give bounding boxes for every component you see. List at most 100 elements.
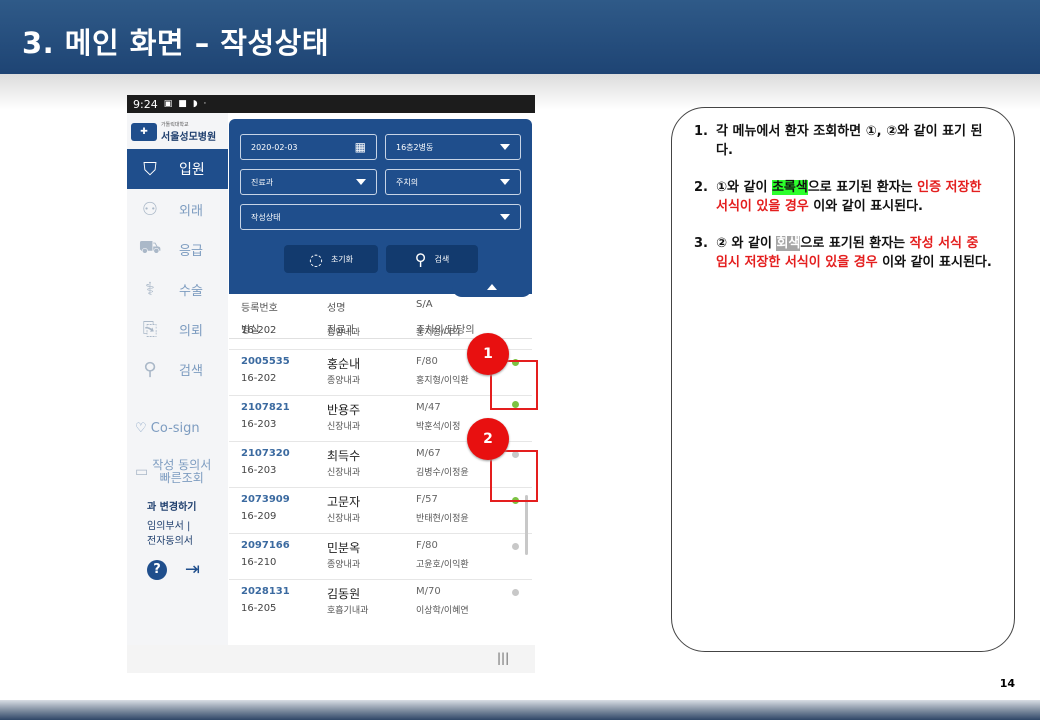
dept-value: 진료과 (251, 177, 274, 187)
row-dept: 신장내과 (327, 422, 361, 432)
chevron-down-icon (500, 214, 510, 220)
sidebar-item-label: 수술 (179, 283, 203, 299)
e-consent-link[interactable]: 전자동의서 (147, 534, 193, 549)
row-room: 16-210 (241, 557, 277, 568)
chevron-down-icon (500, 144, 510, 150)
row-dept: 종양내과 (327, 560, 361, 570)
inpatient-icon: ⛉ (143, 158, 157, 180)
chevron-down-icon (500, 179, 510, 185)
note-2-part-a: ①와 같이 (716, 180, 772, 195)
logo-title: 서울성모병원 (161, 132, 217, 143)
sidebar-item-surgery[interactable]: ⚕ 수술 (127, 269, 228, 309)
note-2: 2. ①와 같이 초록색으로 표기된 환자는 인증 저장한 서식이 있을 경우 … (694, 178, 992, 216)
search-button[interactable]: ⚲ 검색 (386, 245, 478, 273)
note-3-part-c: 이와 같이 표시된다. (877, 255, 992, 270)
row-id: 2028131 (241, 586, 290, 597)
hospital-logo: ✚ 가톨릭대학교 서울성모병원 (131, 121, 216, 143)
row-room: 16-209 (241, 511, 277, 522)
row-sa: F/80 (416, 540, 438, 551)
status-value: 작성상태 (251, 212, 281, 222)
row-doctor: 홍지형/이익환 (416, 376, 469, 386)
row-sa: M/67 (416, 448, 441, 459)
sidebar-item-label: 검색 (179, 363, 203, 379)
sidebar-item-label: 외래 (179, 203, 203, 219)
row-room: 16-203 (241, 465, 277, 476)
row-doctor: 김병수/이정윤 (416, 468, 469, 478)
marker-1: 1 (467, 333, 509, 375)
logo-subtitle: 가톨릭대학교 (161, 122, 189, 128)
scrollbar[interactable] (525, 495, 528, 555)
phone-screen: 9:24 ▣ ■ ◗ · ✚ 가톨릭대학교 서울성모병원 ⛉ 입원 ⚇ 외래 ⛟… (127, 95, 535, 673)
recent-apps-icon[interactable]: ||| (497, 651, 509, 665)
sidebar-item-label: 응급 (179, 243, 203, 259)
sidebar-item-emergency[interactable]: ⛟ 응급 (127, 229, 228, 269)
note-3-number: 3. (694, 236, 708, 251)
page-number: 14 (999, 677, 1015, 690)
search-icon: ⚲ (143, 358, 157, 380)
help-button[interactable]: ? (147, 560, 167, 580)
date-picker[interactable]: 2020-02-03 ▦ (240, 134, 377, 160)
table-row[interactable]: 2073909 16-209 고문자 신장내과 F/57 반태현/이정윤 (229, 488, 532, 534)
table-row[interactable]: 2028131 16-205 김동원 호흡기내과 M/70 이상학/이혜연 (229, 580, 532, 626)
ambulance-icon: ⛟ (138, 237, 162, 258)
doctor-value: 주치의 (396, 177, 419, 187)
outpatient-icon: ⚇ (141, 198, 159, 220)
note-2-text: ①와 같이 초록색으로 표기된 환자는 인증 저장한 서식이 있을 경우 이와 … (716, 178, 992, 216)
sidebar-item-search[interactable]: ⚲ 검색 (127, 349, 228, 389)
row-id: 2097166 (241, 540, 290, 551)
sidebar-item-inpatient[interactable]: ⛉ 입원 (127, 149, 228, 189)
sidebar-item-outpatient[interactable]: ⚇ 외래 (127, 189, 228, 229)
sidebar-item-referral[interactable]: ⎘ 의뢰 (127, 309, 228, 349)
row-name: 민분옥 (327, 541, 361, 555)
status-dot-gray (512, 543, 519, 550)
note-1-text: 각 메뉴에서 환자 조회하면 ①, ②와 같이 표기 된다. (716, 124, 983, 158)
temp-dept-link[interactable]: 임의부서 | (147, 519, 193, 534)
status-time: 9:24 (133, 97, 158, 111)
ward-value: 16층2병동 (396, 142, 434, 152)
android-nav-bar: ||| (127, 645, 535, 673)
note-2-part-b: 으로 표기된 환자는 (807, 180, 918, 195)
row-id: 2005535 (241, 356, 290, 367)
status-select[interactable]: 작성상태 (240, 204, 521, 230)
consent-label-line1: 작성 동의서 (152, 458, 212, 472)
ward-select[interactable]: 16층2병동 (385, 134, 521, 160)
row-doctor: 고윤호/이익환 (416, 560, 469, 570)
sidebar-item-consent[interactable]: ▭ 작성 동의서 빠른조회 (135, 459, 211, 485)
note-2-number: 2. (694, 180, 708, 195)
sidebar-item-label: 입원 (179, 162, 205, 178)
row-dept: 호흡기내과 (327, 606, 369, 616)
col-header-name: 성명 (327, 303, 346, 314)
row-doctor: 이상학/이혜연 (416, 606, 469, 616)
row-sa: M/47 (416, 402, 441, 413)
note-2-green-highlight: 초록색 (771, 180, 808, 195)
table-row[interactable]: 2097166 16-210 민분옥 종양내과 F/80 고윤호/이익환 (229, 534, 532, 580)
row-sa: F/57 (416, 494, 438, 505)
logout-icon[interactable]: ⇥ (185, 559, 200, 580)
dept-change-link[interactable]: 과 변경하기 (147, 498, 196, 513)
temp-links[interactable]: 임의부서 | 전자동의서 (147, 519, 193, 549)
doctor-select[interactable]: 주치의 (385, 169, 521, 195)
row-dept: 신장내과 (327, 468, 361, 478)
reset-button[interactable]: ◌ 초기화 (284, 245, 378, 273)
row-doctor: 반태현/이정윤 (416, 514, 469, 524)
sidebar: ✚ 가톨릭대학교 서울성모병원 ⛉ 입원 ⚇ 외래 ⛟ 응급 ⚕ 수술 ⎘ 의뢰… (127, 113, 228, 645)
row-name: 반용주 (327, 403, 361, 417)
row-name: 최득수 (327, 449, 361, 463)
briefcase-icon: ▭ (135, 464, 149, 480)
slide-title: 3. 메인 화면 – 작성상태 (22, 26, 330, 60)
surgery-icon: ⚕ (145, 278, 155, 300)
note-3-text: ② 와 같이 회색으로 표기된 환자는 작성 서식 중 임시 저장한 서식이 있… (716, 234, 992, 272)
date-value: 2020-02-03 (251, 142, 298, 152)
footer-bar (0, 700, 1040, 720)
sidebar-item-label: 의뢰 (179, 323, 203, 339)
row-sa: F/80 (416, 356, 438, 367)
note-2-part-c: 이와 같이 표시된다. (808, 199, 923, 214)
dept-select[interactable]: 진료과 (240, 169, 377, 195)
marker-2: 2 (467, 418, 509, 460)
dot-icon: · (203, 99, 207, 109)
sidebar-item-cosign[interactable]: ♡ Co-sign (135, 421, 200, 436)
status-dot-gray (512, 589, 519, 596)
row-dept: 종양내과 (327, 328, 361, 338)
app-d-icon: ◗ (192, 99, 198, 109)
bag-icon: ■ (178, 99, 187, 109)
